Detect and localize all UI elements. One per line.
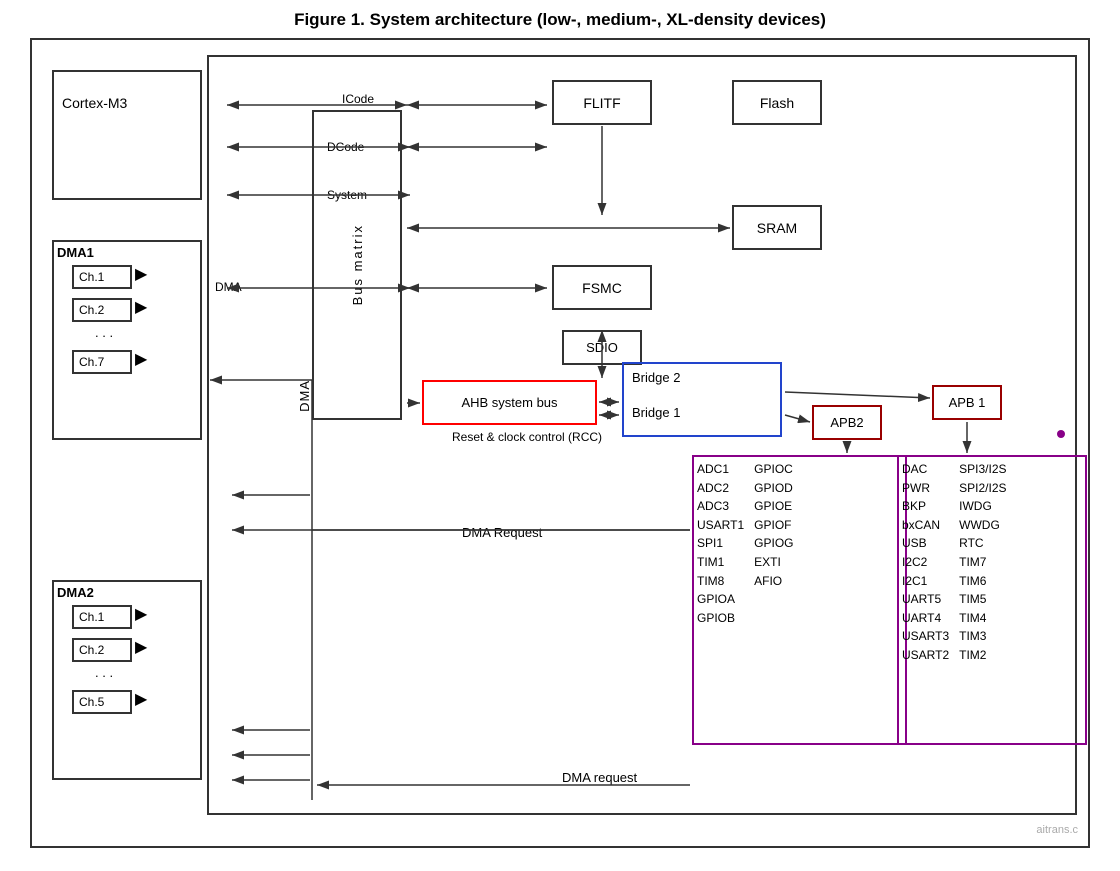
dma2-ch1-box: Ch.1 (72, 605, 132, 629)
icode-label: ICode (342, 92, 374, 106)
apb2-periph-content: ADC1ADC2ADC3USART1SPI1TIM1TIM8GPIOAGPIOB… (697, 460, 793, 627)
dma-label-top: DMA (215, 280, 242, 294)
page-title: Figure 1. System architecture (low-, med… (274, 10, 846, 30)
dma2-ch2-box: Ch.2 (72, 638, 132, 662)
system-label: System (327, 188, 367, 202)
apb1-periph-content: DACPWRBKPbxCANUSBI2C2I2C1UART5UART4USART… (902, 460, 1007, 665)
dma2-ch2-arrow: ▶ (135, 640, 147, 656)
dma2-ch1-arrow: ▶ (135, 607, 147, 623)
watermark: aitrans.c (1036, 824, 1078, 836)
fsmc-box: FSMC (552, 265, 652, 310)
apb1-box: APB 1 (932, 385, 1002, 420)
dma1-ch1-box: Ch.1 (72, 265, 132, 289)
dma1-ch2-box: Ch.2 (72, 298, 132, 322)
bridge2-label: Bridge 2 (632, 370, 680, 385)
bus-matrix-box: Bus matrix (312, 110, 402, 420)
apb1-col2: SPI3/I2SSPI2/I2SIWDGWWDGRTCTIM7TIM6TIM5T… (959, 460, 1006, 665)
cortex-label: Cortex-M3 (62, 95, 127, 111)
dma1-ch1-arrow: ▶ (135, 267, 147, 283)
apb2-col1: ADC1ADC2ADC3USART1SPI1TIM1TIM8GPIOAGPIOB (697, 460, 744, 627)
apb1-col1: DACPWRBKPbxCANUSBI2C2I2C1UART5UART4USART… (902, 460, 949, 665)
purple-dot (1057, 430, 1065, 438)
dma1-ch2-arrow: ▶ (135, 300, 147, 316)
dma1-ch7-box: Ch.7 (72, 350, 132, 374)
apb2-col2: GPIOCGPIODGPIOEGPIOFGPIOGEXTIAFIO (754, 460, 793, 627)
sram-box: SRAM (732, 205, 822, 250)
flash-box: Flash (732, 80, 822, 125)
ahb-box: AHB system bus (422, 380, 597, 425)
bus-matrix-label: Bus matrix (350, 224, 365, 305)
bridge1-label: Bridge 1 (632, 405, 680, 420)
dma2-ch5-box: Ch.5 (72, 690, 132, 714)
flitf-box: FLITF (552, 80, 652, 125)
diagram-container: Cortex-M3 DMA1 Ch.1 Ch.2 Ch.7 ▶ ▶ ▶ . . … (30, 38, 1090, 848)
dma1-ch7-arrow: ▶ (135, 352, 147, 368)
dma2-ch5-arrow: ▶ (135, 692, 147, 708)
rcc-label: Reset & clock control (RCC) (452, 430, 602, 446)
dma2-dots: . . . (95, 665, 113, 680)
sdio-box: SDIO (562, 330, 642, 365)
dma1-dots: . . . (95, 325, 113, 340)
dma-request-label: DMA Request (462, 525, 542, 540)
dcode-label: DCode (327, 140, 364, 154)
dma-vertical-label: DMA (297, 380, 312, 412)
apb2-box: APB2 (812, 405, 882, 440)
dma-request-label2: DMA request (562, 770, 637, 785)
cortex-box (52, 70, 202, 200)
dma2-label: DMA2 (57, 585, 94, 600)
dma1-label: DMA1 (57, 245, 94, 260)
